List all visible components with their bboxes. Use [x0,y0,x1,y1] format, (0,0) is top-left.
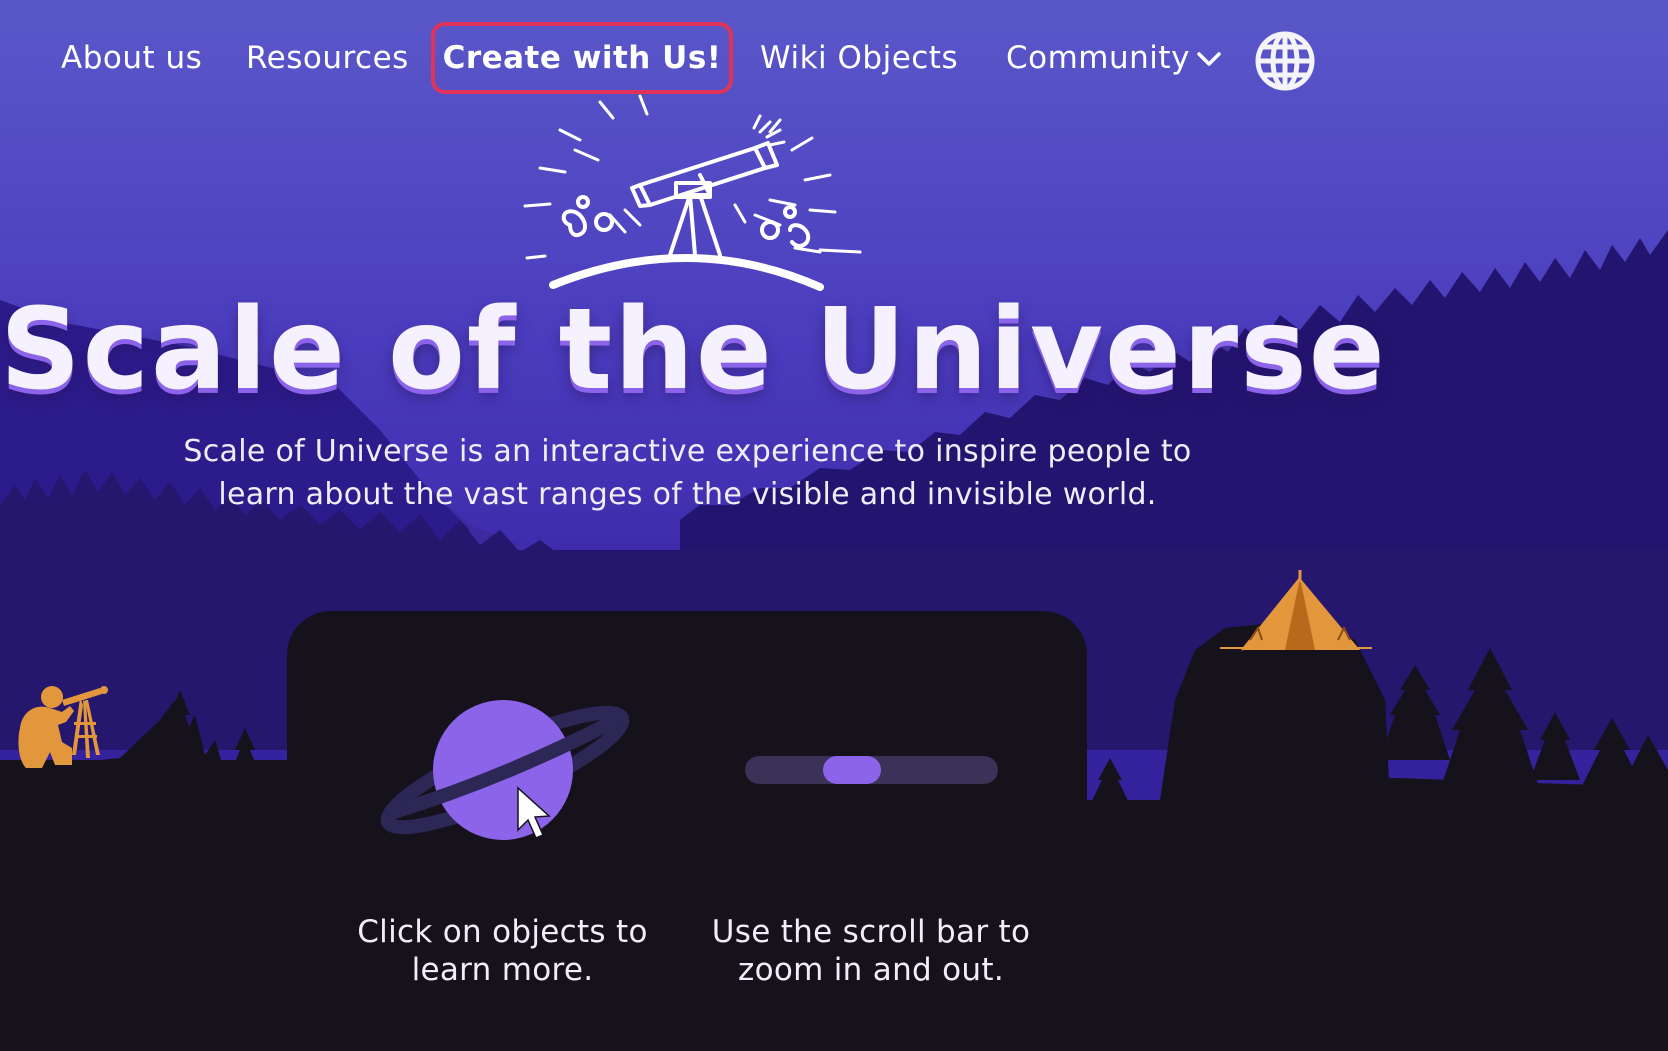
tip-click-objects: Click on objects to learn more. [357,914,648,988]
nav-resources[interactable]: Resources [246,40,409,76]
nav-community-dropdown[interactable]: Community [1006,40,1222,76]
nav-create-with-us[interactable]: Create with Us! [431,22,733,94]
chevron-down-icon [1197,52,1221,66]
planet-icon[interactable] [370,690,640,850]
main-navigation: About us Resources Create with Us! Wiki … [0,22,1400,102]
scroll-bar-track[interactable] [745,756,998,784]
hero-title: Scale of the Universe [0,285,1387,415]
hero-description: Scale of Universe is an interactive expe… [183,434,1192,512]
nav-community-label: Community [1006,40,1190,76]
globe-icon[interactable] [1253,29,1317,93]
tip-scroll-bar: Use the scroll bar to zoom in and out. [711,914,1031,988]
scroll-bar-thumb[interactable] [823,756,881,784]
nav-about-us[interactable]: About us [61,40,202,76]
nav-wiki-objects[interactable]: Wiki Objects [760,40,958,76]
